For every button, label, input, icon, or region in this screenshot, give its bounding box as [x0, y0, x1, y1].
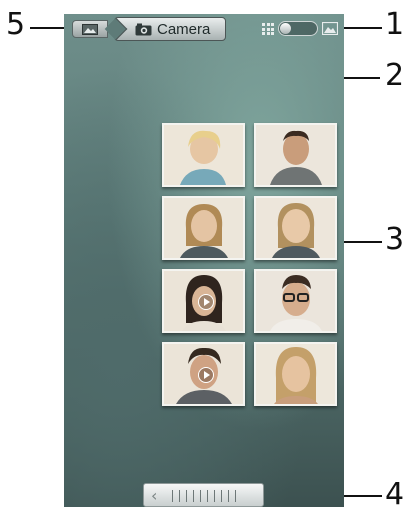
thumbnail[interactable] — [162, 123, 245, 187]
thumbnail[interactable] — [254, 123, 337, 187]
chevron-left-icon[interactable]: ‹ — [151, 486, 157, 505]
photo-view-icon[interactable] — [322, 22, 338, 35]
view-mode-toggle[interactable] — [278, 21, 318, 36]
thumbnail[interactable] — [254, 342, 337, 406]
breadcrumb-home-button[interactable] — [72, 20, 108, 38]
portrait-image — [256, 271, 335, 331]
thumbnail[interactable] — [162, 196, 245, 260]
callout-3: 3 — [385, 222, 405, 257]
grid-view-icon[interactable] — [262, 23, 274, 35]
callout-4: 4 — [385, 477, 405, 512]
thumbnail[interactable] — [162, 269, 245, 333]
scrollbar-ticks — [172, 490, 238, 502]
thumbnail[interactable] — [162, 342, 245, 406]
gallery-screen: Camera ‹ — [64, 14, 344, 507]
video-play-icon — [198, 294, 214, 310]
thumbnail[interactable] — [254, 269, 337, 333]
portrait-image — [164, 198, 243, 258]
portrait-image — [256, 198, 335, 258]
breadcrumb-camera[interactable]: Camera — [114, 17, 226, 41]
toggle-knob — [280, 23, 291, 34]
gallery-icon — [82, 23, 98, 35]
portrait-image — [256, 125, 335, 185]
video-play-icon — [198, 367, 214, 383]
breadcrumb-label: Camera — [157, 20, 211, 38]
thumbnail[interactable] — [254, 196, 337, 260]
portrait-image — [164, 125, 243, 185]
top-bar: Camera — [64, 14, 344, 44]
timeline-scrollbar[interactable]: ‹ — [143, 483, 264, 507]
camera-icon — [135, 23, 152, 35]
portrait-image — [256, 344, 335, 404]
